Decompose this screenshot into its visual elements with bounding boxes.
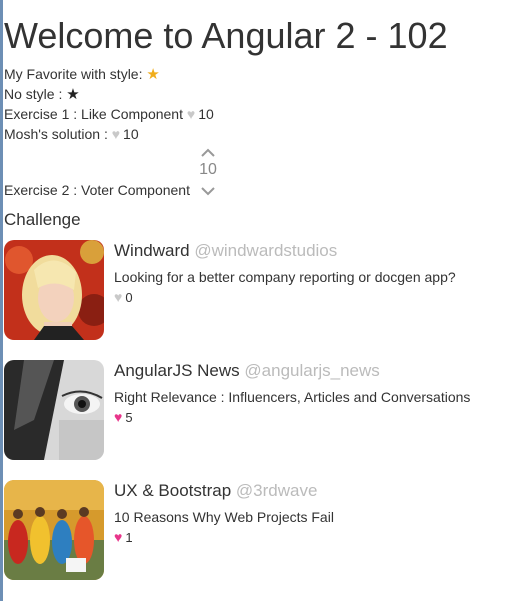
main-content: Welcome to Angular 2 - 102 My Favorite w… <box>4 0 504 600</box>
page-title: Welcome to Angular 2 - 102 <box>4 15 448 56</box>
mosh-solution-row: Mosh's solution : ♥ 10 <box>4 124 504 144</box>
challenge-heading: Challenge <box>4 210 81 229</box>
favorite-plain-label: No style : <box>4 86 63 102</box>
window-edge <box>0 0 3 601</box>
favorite-plain-row: No style : ★ <box>4 84 504 104</box>
tweet-author: Windward @windwardstudios <box>114 240 456 262</box>
voter-widget: 10 <box>197 146 219 180</box>
like-count: 5 <box>125 410 133 425</box>
star-filled-icon[interactable]: ★ <box>66 86 79 103</box>
author-name: UX & Bootstrap <box>114 481 232 500</box>
tweet-item: Windward @windwardstudios Looking for a … <box>4 240 504 360</box>
tweet-text: Right Relevance : Influencers, Articles … <box>114 389 471 405</box>
like-count: 0 <box>125 290 133 305</box>
author-handle[interactable]: @angularjs_news <box>244 361 379 380</box>
star-filled-icon[interactable]: ★ <box>146 66 159 83</box>
voter-component: 10 Exercise 2 : Voter Component <box>4 144 504 200</box>
tweet-like: ♥ 1 <box>114 528 334 547</box>
tweet-author: AngularJS News @angularjs_news <box>114 360 470 382</box>
heart-icon[interactable]: ♥ <box>112 126 120 142</box>
page: Welcome to Angular 2 - 102 My Favorite w… <box>0 0 505 601</box>
avatar <box>4 480 104 580</box>
tweet-list: Windward @windwardstudios Looking for a … <box>4 240 504 600</box>
heart-icon[interactable]: ♥ <box>187 106 195 122</box>
author-name: Windward <box>114 241 190 260</box>
tweet-body: AngularJS News @angularjs_news Right Rel… <box>114 360 470 427</box>
favorite-styled-label: My Favorite with style: <box>4 66 143 82</box>
tweet-author: UX & Bootstrap @3rdwave <box>114 480 334 502</box>
tweet-body: Windward @windwardstudios Looking for a … <box>114 240 456 307</box>
like-count: 10 <box>198 106 214 122</box>
heart-icon[interactable]: ♥ <box>114 529 122 545</box>
tweet-item: UX & Bootstrap @3rdwave 10 Reasons Why W… <box>4 480 504 600</box>
tweet-body: UX & Bootstrap @3rdwave 10 Reasons Why W… <box>114 480 334 547</box>
heart-icon[interactable]: ♥ <box>114 289 122 305</box>
like-count: 10 <box>123 126 139 142</box>
tweet-item: AngularJS News @angularjs_news Right Rel… <box>4 360 504 480</box>
tweet-like: ♥ 0 <box>114 288 456 307</box>
tweet-like: ♥ 5 <box>114 408 470 427</box>
avatar <box>4 240 104 340</box>
author-handle[interactable]: @3rdwave <box>236 481 318 500</box>
author-name: AngularJS News <box>114 361 240 380</box>
author-handle[interactable]: @windwardstudios <box>194 241 337 260</box>
exercise1-row: Exercise 1 : Like Component ♥ 10 <box>4 104 504 124</box>
heart-icon[interactable]: ♥ <box>114 409 122 425</box>
favorite-styled-row: My Favorite with style: ★ <box>4 64 504 84</box>
like-count: 1 <box>125 530 133 545</box>
vote-count: 10 <box>199 161 217 178</box>
exercise1-label: Exercise 1 : Like Component <box>4 106 183 122</box>
mosh-solution-label: Mosh's solution : <box>4 126 108 142</box>
chevron-down-icon[interactable] <box>197 184 219 198</box>
chevron-up-icon[interactable] <box>197 146 219 160</box>
avatar <box>4 360 104 460</box>
exercise2-label: Exercise 2 : Voter Component <box>4 182 190 198</box>
tweet-text: Looking for a better company reporting o… <box>114 269 456 285</box>
tweet-text: 10 Reasons Why Web Projects Fail <box>114 509 334 525</box>
